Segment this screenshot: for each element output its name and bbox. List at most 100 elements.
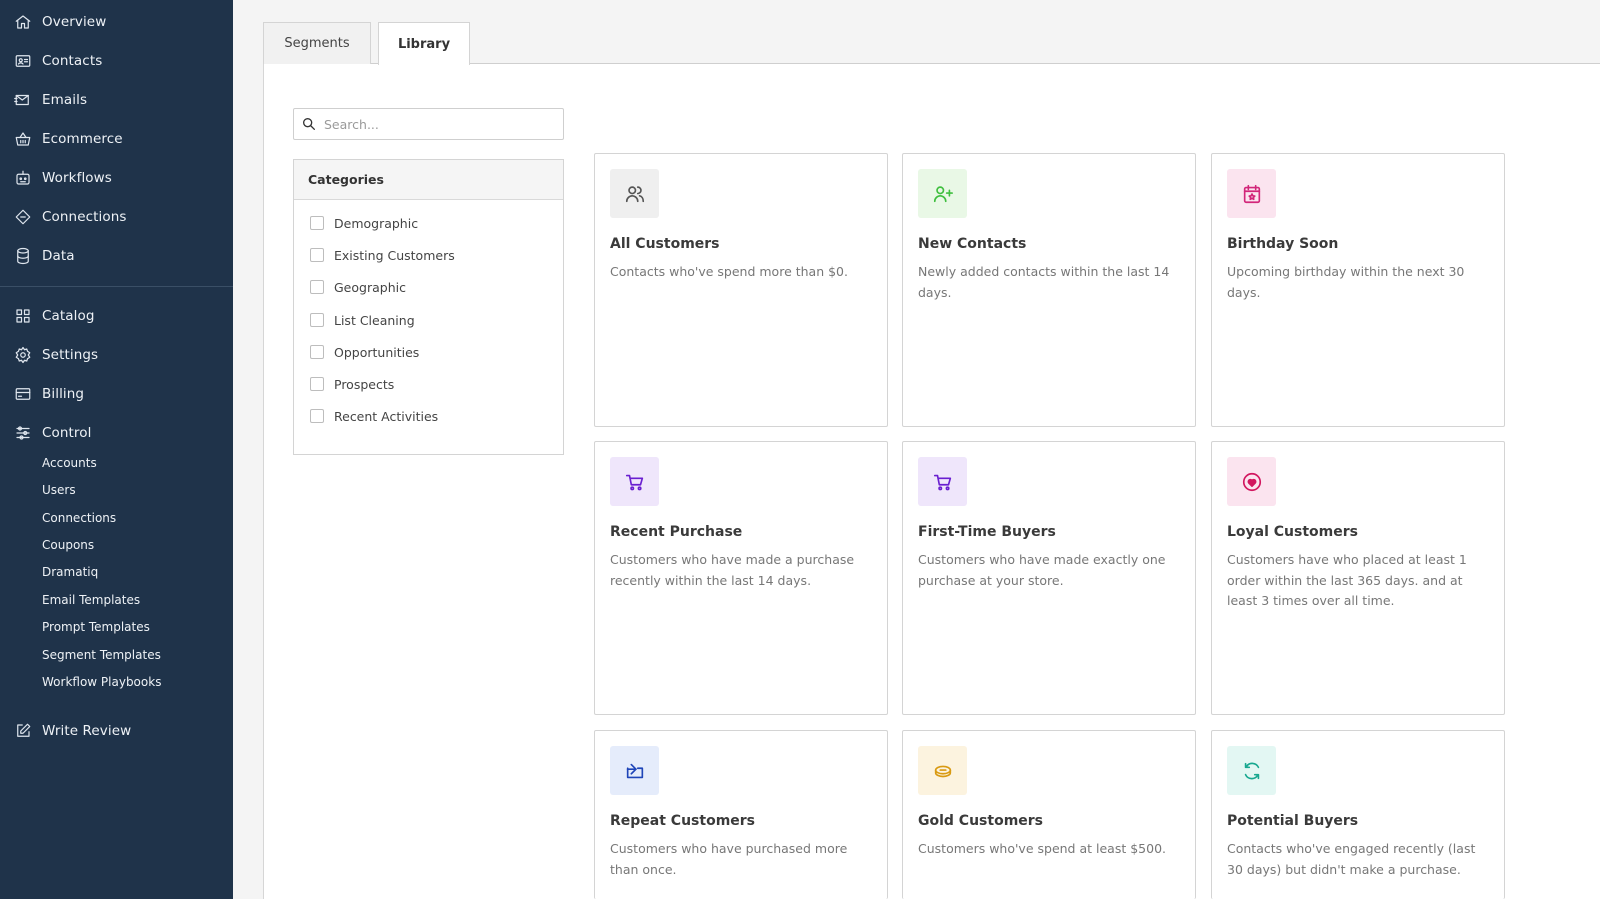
template-card[interactable]: Repeat Customers Customers who have purc…	[594, 730, 888, 899]
card-title: Recent Purchase	[610, 524, 743, 540]
nav-label: Write Review	[42, 723, 132, 739]
nav-label: Emails	[42, 92, 88, 108]
nav-label: Contacts	[42, 53, 103, 69]
template-card[interactable]: Potential Buyers Contacts who've engaged…	[1211, 730, 1505, 899]
cart-icon	[610, 457, 659, 506]
nav-write-review[interactable]: Write Review	[14, 720, 131, 742]
control-item-coupons[interactable]: Coupons	[42, 536, 94, 554]
search-icon	[294, 116, 324, 132]
card-description: Newly added contacts within the last 14 …	[918, 264, 1170, 300]
template-card[interactable]: First-Time Buyers Customers who have mad…	[902, 441, 1196, 715]
checkbox[interactable]	[310, 248, 324, 262]
card-title: Loyal Customers	[1227, 524, 1358, 540]
control-item-accounts[interactable]: Accounts	[42, 454, 97, 472]
control-item-email-templates[interactable]: Email Templates	[42, 591, 140, 609]
card-description: Customers who have made a purchase recen…	[610, 552, 855, 588]
card-title: First-Time Buyers	[918, 524, 1056, 540]
category-recent-activities[interactable]: Recent Activities	[310, 407, 438, 425]
plug-icon	[14, 208, 32, 226]
category-label: Demographic	[334, 215, 419, 231]
category-label: Recent Activities	[334, 408, 439, 424]
contact-card-icon	[14, 52, 32, 70]
nav-billing[interactable]: Billing	[14, 383, 84, 405]
card-title: New Contacts	[918, 236, 1027, 252]
basket-icon	[14, 130, 32, 148]
checkbox[interactable]	[310, 409, 324, 423]
template-card[interactable]: Birthday Soon Upcoming birthday within t…	[1211, 153, 1505, 427]
gear-icon	[14, 346, 32, 364]
control-item-prompt-templates[interactable]: Prompt Templates	[42, 618, 150, 636]
tab-library[interactable]: Library	[378, 22, 470, 65]
grid-icon	[14, 307, 32, 325]
search-box	[293, 108, 564, 140]
nav-label: Settings	[42, 347, 99, 363]
control-item-users[interactable]: Users	[42, 481, 76, 499]
nav-label: Catalog	[42, 308, 95, 324]
template-card[interactable]: New Contacts Newly added contacts within…	[902, 153, 1196, 427]
card-description: Customers who have purchased more than o…	[610, 841, 848, 877]
nav-control[interactable]: Control	[14, 422, 92, 444]
calendar-star-icon	[1227, 169, 1276, 218]
control-item-segment-templates[interactable]: Segment Templates	[42, 646, 161, 664]
categories-heading: Categories	[294, 160, 563, 200]
card-title: Birthday Soon	[1227, 236, 1339, 252]
nav-ecommerce[interactable]: Ecommerce	[14, 128, 123, 150]
sidebar: Overview Contacts Emails Ecommerce Workf…	[0, 0, 233, 899]
card-description: Customers have who placed at least 1 ord…	[1227, 552, 1467, 608]
category-label: Existing Customers	[334, 247, 455, 263]
nav-label: Data	[42, 248, 75, 264]
nav-label: Overview	[42, 14, 107, 30]
nav-settings[interactable]: Settings	[14, 344, 98, 366]
category-label: List Cleaning	[334, 312, 415, 328]
robot-icon	[14, 169, 32, 187]
card-description: Contacts who've engaged recently (last 3…	[1227, 841, 1476, 877]
category-opportunities[interactable]: Opportunities	[310, 343, 419, 361]
user-plus-icon	[918, 169, 967, 218]
home-icon	[14, 13, 32, 31]
cart-icon	[918, 457, 967, 506]
refresh-icon	[1227, 746, 1276, 795]
sidebar-divider	[0, 286, 233, 287]
nav-catalog[interactable]: Catalog	[14, 305, 95, 327]
card-title: All Customers	[610, 236, 720, 252]
category-list-cleaning[interactable]: List Cleaning	[310, 311, 415, 329]
template-card[interactable]: Loyal Customers Customers have who place…	[1211, 441, 1505, 715]
sliders-icon	[14, 424, 32, 442]
template-card[interactable]: Recent Purchase Customers who have made …	[594, 441, 888, 715]
category-label: Opportunities	[334, 344, 420, 360]
category-existing-customers[interactable]: Existing Customers	[310, 246, 455, 264]
control-item-connections[interactable]: Connections	[42, 509, 116, 527]
control-item-workflow-playbooks[interactable]: Workflow Playbooks	[42, 673, 161, 691]
nav-overview[interactable]: Overview	[14, 11, 106, 33]
nav-contacts[interactable]: Contacts	[14, 50, 102, 72]
category-label: Geographic	[334, 279, 406, 295]
nav-data[interactable]: Data	[14, 245, 75, 267]
template-card[interactable]: Gold Customers Customers who've spend at…	[902, 730, 1196, 899]
tab-segments[interactable]: Segments	[263, 22, 371, 64]
category-geographic[interactable]: Geographic	[310, 278, 406, 296]
nav-workflows[interactable]: Workflows	[14, 167, 112, 189]
checkbox[interactable]	[310, 313, 324, 327]
nav-label: Control	[42, 425, 92, 441]
nav-label: Workflows	[42, 170, 112, 186]
nav-connections[interactable]: Connections	[14, 206, 127, 228]
control-item-dramatiq[interactable]: Dramatiq	[42, 563, 98, 581]
credit-card-icon	[14, 385, 32, 403]
template-card[interactable]: All Customers Contacts who've spend more…	[594, 153, 888, 427]
nav-emails[interactable]: Emails	[14, 89, 87, 111]
checkbox[interactable]	[310, 216, 324, 230]
search-input[interactable]	[324, 116, 554, 132]
edit-icon	[14, 722, 32, 740]
category-prospects[interactable]: Prospects	[310, 375, 394, 393]
repeat-icon	[610, 746, 659, 795]
checkbox[interactable]	[310, 280, 324, 294]
category-demographic[interactable]: Demographic	[310, 214, 418, 232]
nav-label: Billing	[42, 386, 85, 402]
checkbox[interactable]	[310, 377, 324, 391]
heart-circle-icon	[1227, 457, 1276, 506]
card-description: Customers who have made exactly one purc…	[918, 552, 1166, 588]
checkbox[interactable]	[310, 345, 324, 359]
categories-panel: Categories Demographic Existing Customer…	[293, 159, 564, 455]
database-icon	[14, 247, 32, 265]
category-label: Prospects	[334, 376, 395, 392]
